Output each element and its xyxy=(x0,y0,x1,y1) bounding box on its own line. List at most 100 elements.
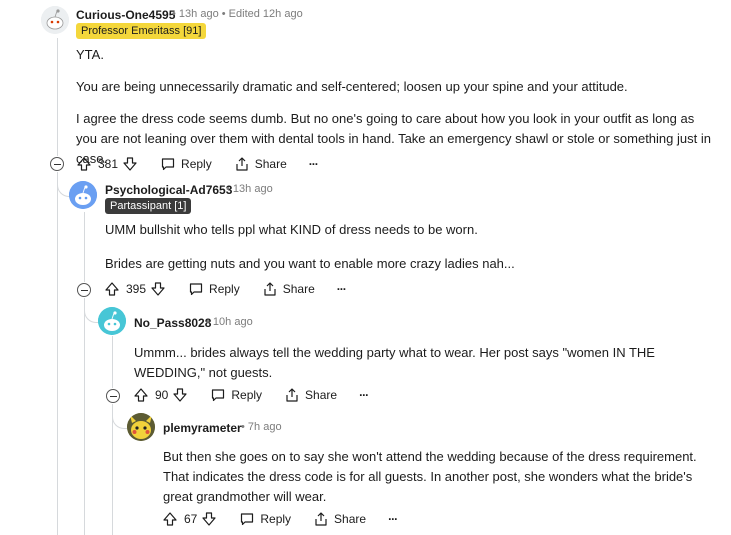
comment-time[interactable]: 10h ago xyxy=(213,316,253,328)
thread-line xyxy=(112,336,113,388)
thread-line xyxy=(57,172,58,535)
comment-username[interactable]: Curious-One4595 xyxy=(76,8,175,22)
collapse-icon xyxy=(53,163,61,165)
comment-edited: Edited 12h ago xyxy=(228,8,303,20)
upvote-icon[interactable] xyxy=(133,387,149,403)
share-label: Share xyxy=(254,157,287,171)
collapse-button[interactable] xyxy=(106,389,120,403)
avatar[interactable] xyxy=(127,413,155,441)
avatar[interactable] xyxy=(41,6,69,34)
share-label: Share xyxy=(334,512,367,526)
comment-username[interactable]: plemyrameter xyxy=(163,421,242,435)
reply-icon xyxy=(239,511,255,527)
separator: • xyxy=(226,183,230,195)
comment-time[interactable]: 13h ago xyxy=(179,8,219,20)
user-flair: Partassipant [1] xyxy=(105,198,192,214)
more-button[interactable]: ··· xyxy=(336,282,347,296)
comment-paragraph: Ummm... brides always tell the wedding p… xyxy=(134,345,655,380)
reply-label: Reply xyxy=(181,157,212,171)
thread-curve xyxy=(84,298,99,323)
comment-username[interactable]: No_Pass8028 xyxy=(134,316,211,330)
share-icon xyxy=(313,511,329,527)
reply-icon xyxy=(210,387,226,403)
comment-actions: 90 Reply Share ··· xyxy=(133,384,369,406)
comment-username[interactable]: Psychological-Ad7653 xyxy=(105,183,232,197)
thread-line xyxy=(84,212,85,282)
comment-paragraph: UMM bullshit who tells ppl what KIND of … xyxy=(105,222,478,237)
comment-meta: • 7h ago xyxy=(241,421,282,433)
collapse-icon xyxy=(109,395,117,397)
separator: • xyxy=(206,316,210,328)
reply-button[interactable]: Reply xyxy=(160,156,212,172)
vote-count: 395 xyxy=(126,282,147,296)
comment-time[interactable]: 13h ago xyxy=(233,183,273,195)
comment-meta: • 13h ago xyxy=(226,183,273,195)
share-icon xyxy=(262,281,278,297)
comment-paragraph: YTA. xyxy=(76,47,104,62)
user-flair: Professor Emeritass [91] xyxy=(76,23,207,39)
thread-curve xyxy=(112,404,127,429)
vote-count: 67 xyxy=(184,512,198,526)
more-icon: ··· xyxy=(359,388,369,402)
share-button[interactable]: Share xyxy=(284,387,337,403)
collapse-button[interactable] xyxy=(77,283,91,297)
vote-count: 90 xyxy=(155,388,169,402)
comment-actions: 395 Reply Share ··· xyxy=(104,278,347,300)
reply-button[interactable]: Reply xyxy=(210,387,262,403)
comment-body: UMM bullshit who tells ppl what KIND of … xyxy=(105,220,715,274)
avatar[interactable] xyxy=(98,307,126,335)
comment-body: But then she goes on to say she won't at… xyxy=(163,447,713,507)
separator: • xyxy=(221,8,226,20)
more-button[interactable]: ··· xyxy=(388,512,398,526)
snoo-avatar-icon xyxy=(69,181,97,209)
reply-label: Reply xyxy=(231,388,263,402)
more-icon: ··· xyxy=(336,282,347,296)
comment-paragraph: But then she goes on to say she won't at… xyxy=(163,449,697,504)
thread-line xyxy=(57,38,58,156)
upvote-icon[interactable] xyxy=(162,511,178,527)
downvote-icon[interactable] xyxy=(122,156,138,172)
more-button[interactable]: ··· xyxy=(308,157,319,171)
downvote-icon[interactable] xyxy=(150,281,166,297)
snoo-avatar-icon xyxy=(98,307,126,335)
separator: • xyxy=(172,8,176,20)
reply-button[interactable]: Reply xyxy=(239,511,291,527)
separator: • xyxy=(241,421,245,433)
downvote-icon[interactable] xyxy=(172,387,188,403)
pikachu-avatar-icon xyxy=(127,413,155,441)
comment-paragraph: Brides are getting nuts and you want to … xyxy=(105,256,515,271)
more-icon: ··· xyxy=(388,512,398,526)
share-label: Share xyxy=(305,388,338,402)
comment-actions: 67 Reply Share ··· xyxy=(162,508,398,530)
thread-line xyxy=(84,298,85,535)
comment-body: Ummm... brides always tell the wedding p… xyxy=(134,343,704,383)
comment-body: YTA. You are being unnecessarily dramati… xyxy=(76,45,716,169)
reply-label: Reply xyxy=(260,512,292,526)
share-icon xyxy=(284,387,300,403)
collapse-button[interactable] xyxy=(50,157,64,171)
upvote-icon[interactable] xyxy=(76,156,92,172)
comment-actions: 381 Reply Share ··· xyxy=(76,153,319,175)
thread-line xyxy=(112,404,113,535)
share-button[interactable]: Share xyxy=(262,281,315,297)
avatar[interactable] xyxy=(69,181,97,209)
reply-label: Reply xyxy=(209,282,240,296)
comment-paragraph: You are being unnecessarily dramatic and… xyxy=(76,79,628,94)
collapse-icon xyxy=(80,289,88,291)
vote-count: 381 xyxy=(98,157,119,171)
share-button[interactable]: Share xyxy=(313,511,366,527)
downvote-icon[interactable] xyxy=(201,511,217,527)
share-icon xyxy=(234,156,250,172)
more-button[interactable]: ··· xyxy=(359,388,369,402)
share-label: Share xyxy=(282,282,315,296)
comment-time[interactable]: 7h ago xyxy=(248,421,282,433)
reply-icon xyxy=(188,281,204,297)
more-icon: ··· xyxy=(308,157,319,171)
snoo-avatar-icon xyxy=(41,6,69,34)
reply-icon xyxy=(160,156,176,172)
comment-meta: • 13h ago • Edited 12h ago xyxy=(172,8,303,20)
comment-meta: • 10h ago xyxy=(206,316,253,328)
share-button[interactable]: Share xyxy=(234,156,287,172)
reply-button[interactable]: Reply xyxy=(188,281,240,297)
upvote-icon[interactable] xyxy=(104,281,120,297)
